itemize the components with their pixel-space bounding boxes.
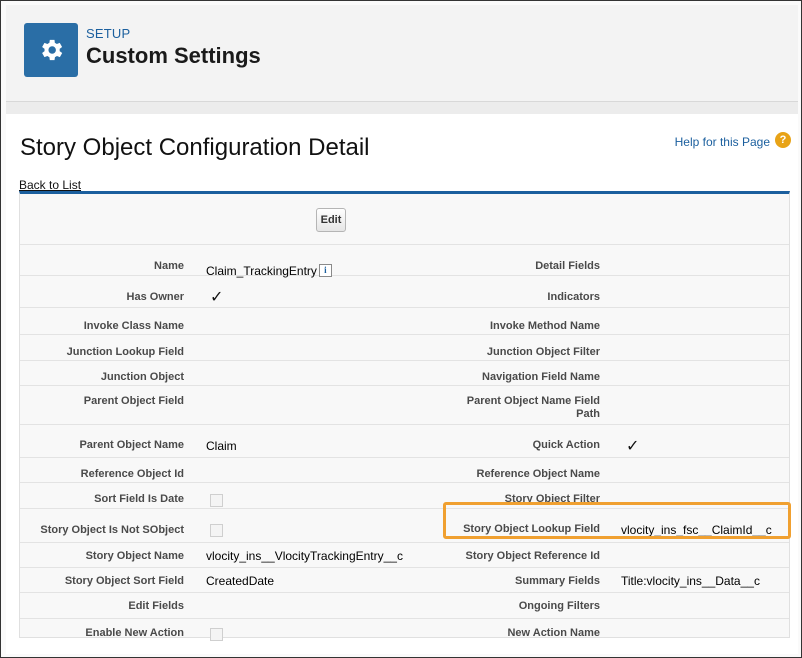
indicators-label: Indicators: [547, 291, 600, 303]
has-owner-checkmark-icon: ✓: [210, 289, 224, 306]
highlight-box: [443, 502, 791, 539]
detail-row: Edit Fields Ongoing Filters: [20, 593, 789, 619]
sort-field-is-date-checkbox: [210, 494, 223, 507]
name-label: Name: [154, 260, 184, 272]
detail-row: Has Owner ✓ Indicators: [20, 276, 789, 308]
sort-field-is-date-label: Sort Field Is Date: [94, 493, 184, 505]
detail-page: Story Object Configuration Detail Help f…: [6, 114, 798, 654]
detail-panel: Edit Name Claim_TrackingEntry i Detail Fi…: [19, 191, 790, 641]
invoke-method-name-label: Invoke Method Name: [489, 320, 600, 332]
detail-row: Parent Object Field Parent Object Name F…: [20, 386, 789, 425]
junction-lookup-field-label: Junction Lookup Field: [66, 346, 184, 358]
has-owner-label: Has Owner: [126, 291, 184, 303]
detail-fields-label: Detail Fields: [535, 260, 600, 272]
ongoing-filters-label: Ongoing Filters: [518, 600, 600, 612]
detail-row: Junction Object Navigation Field Name: [20, 361, 789, 386]
edit-button[interactable]: Edit: [316, 208, 346, 232]
story-object-is-not-sobject-label: Story Object Is Not SObject: [40, 524, 184, 536]
quick-action-label: Quick Action: [532, 439, 600, 451]
setup-kicker: SETUP: [86, 26, 131, 41]
edit-fields-label: Edit Fields: [128, 600, 184, 612]
invoke-class-name-label: Invoke Class Name: [83, 320, 184, 332]
story-object-sort-field-label: Story Object Sort Field: [64, 575, 184, 587]
parent-object-name-field-path-label: Parent Object Name Field Path: [466, 395, 600, 420]
detail-row: Name Claim_TrackingEntry i Detail Fields: [20, 245, 789, 278]
detail-row: Reference Object Id Reference Object Nam…: [20, 458, 789, 483]
page-title: Story Object Configuration Detail: [20, 134, 370, 161]
help-link[interactable]: Help for this Page: [675, 135, 770, 149]
summary-fields-value: Title:vlocity_ins__Data__c: [621, 574, 760, 588]
detail-row: Enable New Action New Action Name: [20, 619, 789, 641]
parent-object-name-label: Parent Object Name: [79, 439, 184, 451]
summary-fields-label: Summary Fields: [515, 575, 600, 587]
story-object-reference-id-label: Story Object Reference Id: [465, 550, 601, 562]
reference-object-name-label: Reference Object Name: [476, 468, 601, 480]
story-object-name-value: vlocity_ins__VlocityTrackingEntry__c: [206, 549, 403, 563]
app-frame: SETUP Custom Settings Story Object Confi…: [0, 0, 802, 658]
junction-object-label: Junction Object: [100, 371, 184, 383]
story-object-is-not-sobject-checkbox: [210, 524, 223, 537]
detail-row: Invoke Class Name Invoke Method Name: [20, 308, 789, 335]
setup-title: Custom Settings: [86, 43, 261, 68]
reference-object-id-label: Reference Object Id: [80, 468, 184, 480]
help-icon[interactable]: ?: [775, 132, 791, 148]
detail-row: Parent Object Name Claim Quick Action ✓: [20, 425, 789, 458]
parent-object-name-value: Claim: [206, 439, 237, 453]
enable-new-action-label: Enable New Action: [85, 627, 184, 639]
junction-object-filter-label: Junction Object Filter: [486, 346, 600, 358]
new-action-name-label: New Action Name: [507, 627, 600, 639]
gear-icon: [24, 23, 78, 77]
header-gap: [6, 102, 798, 114]
detail-row: Junction Lookup Field Junction Object Fi…: [20, 335, 789, 361]
back-to-list-link[interactable]: Back to List: [19, 178, 81, 192]
quick-action-checkmark-icon: ✓: [626, 438, 640, 455]
parent-object-field-label: Parent Object Field: [83, 395, 184, 407]
enable-new-action-checkbox: [210, 628, 223, 641]
navigation-field-name-label: Navigation Field Name: [482, 371, 600, 383]
story-object-name-label: Story Object Name: [85, 550, 184, 562]
setup-header: SETUP Custom Settings: [6, 5, 798, 102]
detail-row: Story Object Name vlocity_ins__VlocityTr…: [20, 543, 789, 568]
story-object-sort-field-value: CreatedDate: [206, 574, 275, 588]
detail-row: Story Object Sort Field CreatedDate Summ…: [20, 568, 789, 593]
